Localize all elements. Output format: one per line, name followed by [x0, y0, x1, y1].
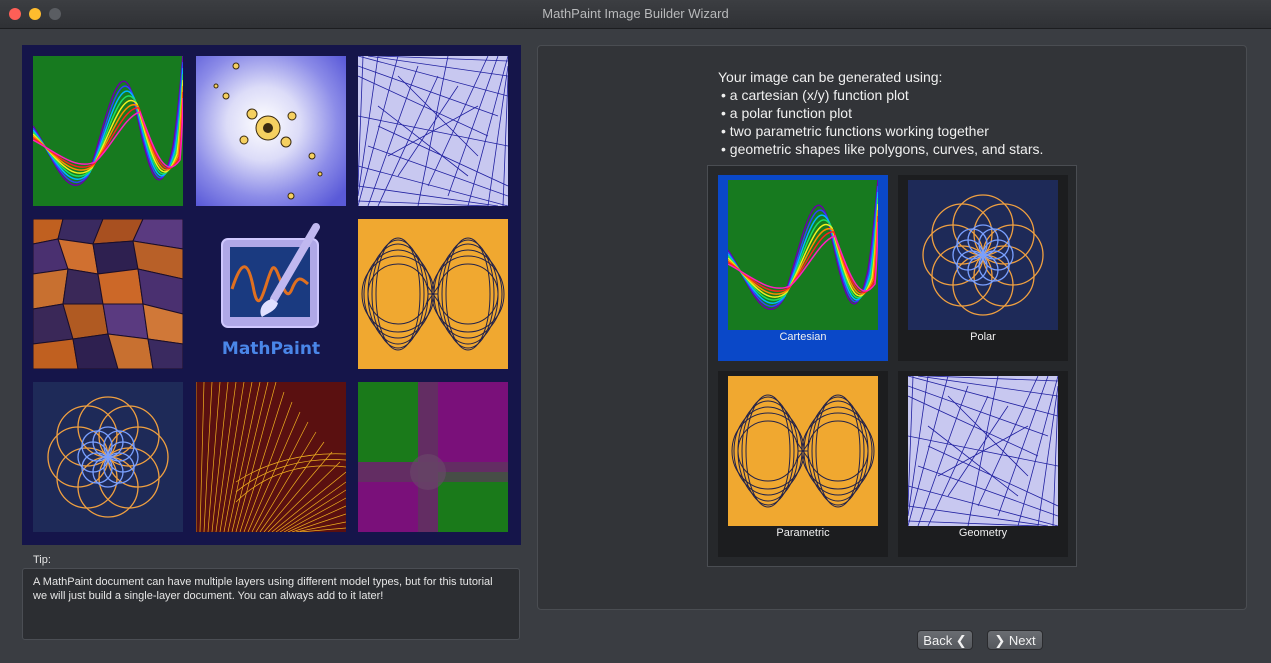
- voronoi-pattern-image: [33, 219, 183, 369]
- gallery-tile-voronoi: [33, 219, 183, 369]
- intro-text: Your image can be generated using: • a c…: [718, 68, 1043, 158]
- gallery-tile-fractal: [196, 56, 346, 206]
- choice-parametric[interactable]: Parametric: [718, 371, 888, 557]
- rainbow-wave-image: [33, 56, 183, 206]
- gallery-panel: MathPaint: [22, 45, 521, 545]
- parametric-thumbnail: [728, 376, 878, 526]
- title-bar: MathPaint Image Builder Wizard: [0, 0, 1271, 29]
- parametric-loops-image: [358, 219, 508, 369]
- window-title: MathPaint Image Builder Wizard: [542, 6, 729, 21]
- cartesian-thumbnail: [728, 180, 878, 330]
- back-button[interactable]: Back ❮: [917, 630, 973, 650]
- choice-parametric-label: Parametric: [776, 527, 830, 539]
- polar-thumbnail: [908, 180, 1058, 330]
- gallery-tile-parametric: [358, 219, 508, 369]
- quadrant-gradient-image: [358, 382, 508, 532]
- gallery-tile-cartesian: [33, 56, 183, 206]
- choice-geometry-label: Geometry: [958, 527, 1008, 539]
- tip-label: Tip:: [33, 554, 51, 566]
- intro-bullet-cartesian: • a cartesian (x/y) function plot: [721, 87, 909, 103]
- gallery-tile-logo: MathPaint: [196, 219, 346, 369]
- intro-heading: Your image can be generated using:: [718, 69, 943, 85]
- intro-bullet-polar: • a polar function plot: [721, 105, 852, 121]
- geometry-spiral-image: [358, 56, 508, 206]
- intro-bullet-geometry: • geometric shapes like polygons, curves…: [721, 141, 1044, 157]
- tip-box: A MathPaint document can have multiple l…: [22, 568, 520, 640]
- choice-geometry[interactable]: Geometry: [898, 371, 1068, 557]
- gallery-tile-moire: [196, 382, 346, 532]
- choice-cartesian-label: Cartesian: [779, 331, 827, 343]
- intro-bullet-parametric: • two parametric functions working toget…: [721, 123, 989, 139]
- choice-polar-label: Polar: [970, 331, 996, 343]
- next-button[interactable]: ❯ Next: [987, 630, 1043, 650]
- geometry-thumbnail: [908, 376, 1058, 526]
- moire-lines-image: [196, 382, 346, 532]
- tip-text: A MathPaint document can have multiple l…: [33, 576, 493, 602]
- choice-polar[interactable]: Polar: [898, 175, 1068, 361]
- gallery-tile-quadrant: [358, 382, 508, 532]
- julia-fractal-image: [196, 56, 346, 206]
- mathpaint-logo-text: MathPaint: [221, 339, 321, 359]
- model-type-grid: Cartesian Polar Parametric Geometry: [707, 165, 1077, 567]
- gallery-tile-geometry: [358, 56, 508, 206]
- polar-rose-image: [33, 382, 183, 532]
- gallery-tile-polar: [33, 382, 183, 532]
- choice-cartesian[interactable]: Cartesian: [718, 175, 888, 361]
